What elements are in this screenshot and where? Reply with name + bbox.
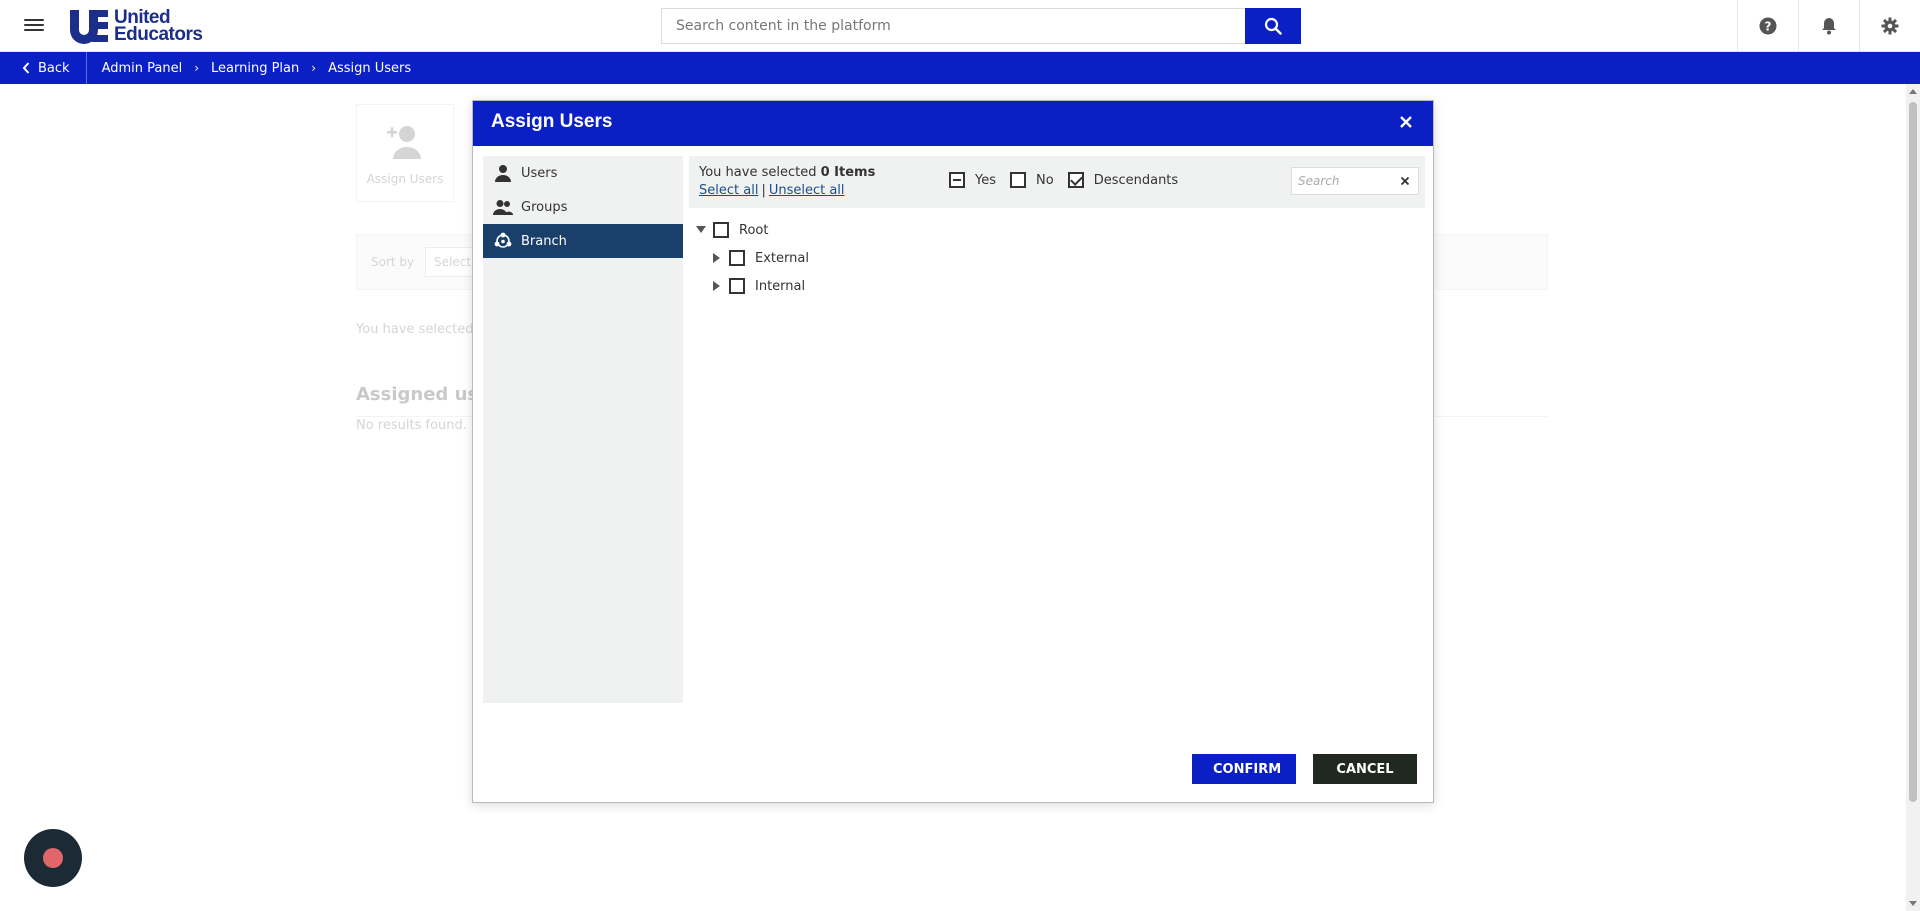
caret-down-icon[interactable] bbox=[695, 224, 707, 236]
select-all-link[interactable]: Select all bbox=[699, 183, 758, 198]
logo[interactable]: United Educators bbox=[68, 7, 203, 45]
tree-node-internal: Internal bbox=[695, 272, 809, 300]
global-search bbox=[661, 8, 1301, 44]
tree-node-root: Root bbox=[695, 216, 809, 244]
tree-node-external: External bbox=[695, 244, 809, 272]
search-button[interactable] bbox=[1245, 8, 1301, 44]
chevron-right-icon: › bbox=[311, 61, 317, 75]
logo-mark-icon bbox=[70, 10, 108, 44]
dialog-footer: CONFIRM CANCEL bbox=[1175, 754, 1417, 784]
selection-count: 0 Items bbox=[820, 165, 876, 180]
scroll-up-icon[interactable] bbox=[1909, 89, 1917, 94]
option-yes[interactable]: Yes bbox=[949, 172, 996, 188]
sidebar-item-branch[interactable]: Branch bbox=[483, 224, 683, 258]
scroll-down-icon[interactable] bbox=[1909, 901, 1917, 906]
settings-button[interactable] bbox=[1859, 0, 1920, 52]
search-input[interactable] bbox=[661, 8, 1245, 44]
tree-search bbox=[1291, 167, 1419, 195]
assign-users-dialog: Assign Users Users Groups Branch You hav… bbox=[472, 100, 1434, 803]
option-label: Descendants bbox=[1093, 172, 1179, 188]
clear-search-icon[interactable] bbox=[1398, 174, 1412, 188]
empty-text: No results found. bbox=[356, 418, 467, 433]
section-title: Assigned use bbox=[356, 384, 491, 405]
assign-users-card-label: Assign Users bbox=[366, 172, 444, 186]
sidebar-item-label: Branch bbox=[521, 233, 567, 249]
dialog-title: Assign Users bbox=[491, 111, 613, 132]
sidebar-item-label: Groups bbox=[521, 199, 568, 215]
add-user-icon bbox=[387, 126, 421, 159]
external-checkbox[interactable] bbox=[729, 250, 745, 266]
top-header: United Educators ? bbox=[0, 0, 1920, 52]
cancel-button[interactable]: CANCEL bbox=[1313, 754, 1417, 784]
close-icon bbox=[1400, 116, 1412, 128]
chevron-right-icon: › bbox=[194, 61, 200, 75]
yes-checkbox[interactable] bbox=[949, 172, 965, 188]
svg-text:?: ? bbox=[1765, 20, 1772, 34]
dialog-main-panel: You have selected 0 Items Select all | Uns… bbox=[689, 156, 1425, 703]
tree-node-label: Root bbox=[739, 222, 769, 238]
back-button[interactable]: Back bbox=[0, 52, 87, 84]
breadcrumb-assign-users: Assign Users bbox=[328, 60, 412, 76]
sort-label: Sort by bbox=[371, 255, 415, 269]
help-icon: ? bbox=[1759, 17, 1777, 35]
selection-toolbar: You have selected 0 Items Select all | Uns… bbox=[689, 156, 1425, 208]
back-label: Back bbox=[38, 60, 70, 76]
menu-icon[interactable] bbox=[22, 16, 46, 36]
notifications-button[interactable] bbox=[1798, 0, 1859, 52]
internal-checkbox[interactable] bbox=[729, 278, 745, 294]
descendants-checkbox[interactable] bbox=[1067, 172, 1084, 188]
option-descendants[interactable]: Descendants bbox=[1067, 172, 1179, 188]
chat-launcher-button[interactable] bbox=[24, 829, 82, 887]
bell-icon bbox=[1822, 18, 1836, 35]
option-no[interactable]: No bbox=[1010, 172, 1054, 188]
help-button[interactable]: ? bbox=[1737, 0, 1798, 52]
root-checkbox[interactable] bbox=[713, 222, 729, 238]
selection-prefix: You have selected bbox=[699, 165, 817, 180]
sidebar-item-label: Users bbox=[521, 165, 558, 181]
search-icon bbox=[1264, 17, 1282, 35]
selection-options: Yes No Descendants bbox=[949, 172, 1192, 188]
scroll-thumb[interactable] bbox=[1909, 102, 1917, 802]
gear-icon bbox=[1881, 17, 1899, 35]
assign-users-card[interactable]: Assign Users bbox=[356, 104, 454, 202]
chevron-left-icon bbox=[22, 62, 30, 74]
sidebar-item-users[interactable]: Users bbox=[483, 156, 683, 190]
breadcrumb-learning-plan[interactable]: Learning Plan bbox=[211, 61, 299, 76]
unselect-all-link[interactable]: Unselect all bbox=[769, 183, 845, 198]
breadcrumb-bar: Back Admin Panel › Learning Plan › Assig… bbox=[0, 52, 1920, 84]
option-label: No bbox=[1036, 172, 1054, 188]
no-checkbox[interactable] bbox=[1010, 172, 1026, 188]
breadcrumb-admin-panel[interactable]: Admin Panel bbox=[102, 61, 183, 76]
caret-right-icon[interactable] bbox=[711, 252, 723, 264]
tree-node-label: Internal bbox=[755, 278, 806, 294]
close-button[interactable] bbox=[1395, 111, 1417, 133]
dialog-header: Assign Users bbox=[473, 101, 1433, 146]
branch-icon bbox=[493, 232, 513, 250]
logo-text: United Educators bbox=[114, 7, 203, 45]
breadcrumb: Admin Panel › Learning Plan › Assign Use… bbox=[87, 61, 412, 76]
page-scrollbar[interactable] bbox=[1906, 84, 1920, 911]
chat-icon bbox=[43, 848, 63, 868]
tree-search-input[interactable] bbox=[1292, 168, 1392, 194]
dialog-sidebar: Users Groups Branch bbox=[483, 156, 683, 703]
branch-tree: Root External Internal bbox=[695, 216, 809, 300]
user-icon bbox=[493, 164, 513, 182]
selected-text: You have selected bbox=[356, 322, 474, 337]
tree-node-label: External bbox=[755, 250, 809, 266]
confirm-button[interactable]: CONFIRM bbox=[1192, 754, 1296, 784]
sidebar-item-groups[interactable]: Groups bbox=[483, 190, 683, 224]
caret-right-icon[interactable] bbox=[711, 280, 723, 292]
option-label: Yes bbox=[975, 172, 996, 188]
selection-info: You have selected 0 Items Select all | Uns… bbox=[699, 164, 875, 200]
link-separator: | bbox=[761, 183, 766, 198]
groups-icon bbox=[493, 198, 513, 216]
